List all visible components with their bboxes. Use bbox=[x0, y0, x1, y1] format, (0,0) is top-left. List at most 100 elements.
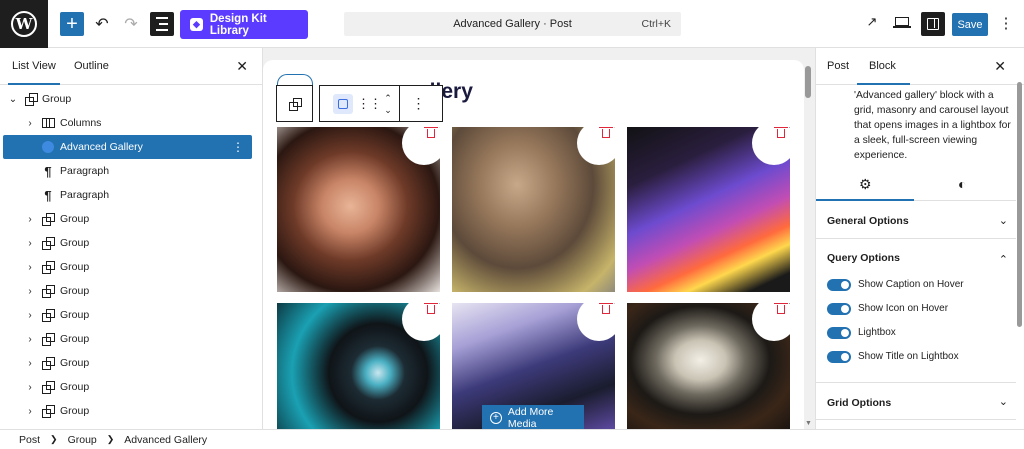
gear-icon[interactable]: ⚙ bbox=[859, 176, 872, 193]
lightbox-toggle[interactable] bbox=[827, 327, 851, 339]
chevron-up-icon[interactable]: ⌃ bbox=[999, 253, 1008, 266]
design-kit-label: Design Kit Library bbox=[209, 12, 267, 37]
breadcrumb-advanced-gallery[interactable]: Advanced Gallery bbox=[124, 434, 207, 446]
chevron-right-icon: ❯ bbox=[106, 434, 115, 444]
show-icon-toggle[interactable] bbox=[827, 303, 851, 315]
grid-options-panel[interactable]: Grid Options ⌄ bbox=[816, 383, 1016, 420]
view-post-external-icon[interactable]: ↗ bbox=[862, 14, 882, 34]
tree-item-group[interactable]: › Group bbox=[0, 375, 262, 399]
gallery-image-woman-sunlight[interactable] bbox=[452, 127, 615, 292]
chevron-down-icon[interactable]: ⌄ bbox=[999, 395, 1008, 408]
select-parent-button[interactable] bbox=[276, 85, 313, 122]
contrast-icon[interactable]: ◐ bbox=[958, 176, 966, 192]
chevron-right-icon[interactable]: › bbox=[25, 358, 35, 369]
group-icon bbox=[41, 404, 55, 418]
chevron-right-icon[interactable]: › bbox=[25, 406, 35, 417]
options-menu-icon[interactable]: ⋮ bbox=[998, 13, 1014, 35]
design-kit-library-button[interactable]: ◆ Design Kit Library bbox=[180, 10, 308, 39]
gallery-image-headphones[interactable] bbox=[277, 303, 440, 430]
group-icon bbox=[41, 380, 55, 394]
move-up-icon[interactable]: ⌃ bbox=[384, 92, 392, 104]
block-inserter-button[interactable]: + bbox=[60, 12, 84, 36]
group-icon bbox=[41, 332, 55, 346]
save-button[interactable]: Save bbox=[952, 13, 988, 36]
tree-item-group[interactable]: › Group bbox=[0, 207, 262, 231]
add-more-media-button[interactable]: + Add More Media bbox=[482, 405, 584, 430]
chevron-right-icon[interactable]: › bbox=[25, 310, 35, 321]
remove-image-button[interactable] bbox=[577, 127, 615, 165]
drag-handle-icon[interactable]: ⋮⋮ bbox=[357, 86, 382, 121]
trash-icon bbox=[424, 303, 438, 314]
settings-toggle-button[interactable] bbox=[921, 12, 945, 36]
remove-image-button[interactable] bbox=[577, 303, 615, 341]
close-icon[interactable]: ✕ bbox=[994, 58, 1006, 75]
block-options-icon[interactable]: ⋮ bbox=[232, 140, 244, 154]
chevron-down-icon[interactable]: ⌄ bbox=[8, 94, 18, 105]
device-preview-icon[interactable] bbox=[893, 15, 911, 33]
command-palette[interactable]: Advanced Gallery · Post Ctrl+K bbox=[344, 12, 681, 36]
tree-item-label: Group bbox=[60, 405, 90, 417]
gallery-image-woman-portrait[interactable] bbox=[277, 127, 440, 292]
tree-item-group[interactable]: › Group bbox=[0, 399, 262, 423]
gallery-image-watch[interactable] bbox=[627, 303, 790, 430]
tab-list-view[interactable]: List View bbox=[8, 60, 60, 85]
move-down-icon[interactable]: ⌄ bbox=[384, 104, 392, 116]
chevron-right-icon[interactable]: › bbox=[25, 286, 35, 297]
show-title-lightbox-toggle[interactable] bbox=[827, 351, 851, 363]
tree-item-paragraph[interactable]: ¶ Paragraph bbox=[0, 183, 262, 207]
tree-item-group[interactable]: › Group bbox=[0, 327, 262, 351]
tree-item-columns[interactable]: › Columns bbox=[0, 111, 262, 135]
tab-block[interactable]: Block bbox=[857, 60, 910, 85]
trash-icon bbox=[599, 303, 613, 314]
scroll-down-arrow[interactable]: ▼ bbox=[805, 420, 812, 427]
breadcrumb-group[interactable]: Group bbox=[68, 434, 97, 446]
gallery-icon bbox=[41, 140, 55, 154]
toggle-label: Lightbox bbox=[858, 327, 896, 338]
remove-image-button[interactable] bbox=[752, 127, 790, 165]
wordpress-logo-icon[interactable]: W bbox=[0, 0, 48, 48]
remove-image-button[interactable] bbox=[752, 303, 790, 341]
tree-item-label: Group bbox=[60, 261, 90, 273]
tree-item-group[interactable]: ⌄ Group bbox=[0, 87, 262, 111]
tab-outline[interactable]: Outline bbox=[74, 60, 109, 72]
block-more-options-icon[interactable]: ⋮ bbox=[399, 86, 437, 121]
document-overview-button[interactable] bbox=[150, 12, 174, 36]
sidebar-tabs: Post Block ✕ bbox=[816, 48, 1024, 85]
chevron-right-icon[interactable]: › bbox=[25, 334, 35, 345]
tree-item-group[interactable]: › Group bbox=[0, 303, 262, 327]
tab-post[interactable]: Post bbox=[827, 60, 849, 72]
section-title: General Options bbox=[827, 215, 909, 227]
tree-item-group[interactable]: › Group bbox=[0, 231, 262, 255]
move-arrows[interactable]: ⌃ ⌄ bbox=[377, 86, 399, 121]
tree-item-label: Group bbox=[60, 357, 90, 369]
tree-item-paragraph[interactable]: ¶ Paragraph bbox=[0, 159, 262, 183]
general-options-panel[interactable]: General Options ⌄ bbox=[816, 203, 1016, 239]
sidebar-scrollbar[interactable] bbox=[1017, 82, 1022, 327]
chevron-right-icon[interactable]: › bbox=[25, 238, 35, 249]
gallery-block-icon[interactable] bbox=[333, 93, 353, 114]
canvas-scrollbar[interactable] bbox=[805, 66, 811, 98]
redo-icon[interactable]: ↷ bbox=[121, 12, 141, 36]
gallery-image-laptop[interactable] bbox=[627, 127, 790, 292]
chevron-right-icon[interactable]: › bbox=[25, 214, 35, 225]
tree-item-advanced-gallery[interactable]: Advanced Gallery ⋮ bbox=[3, 135, 252, 159]
trash-icon bbox=[774, 303, 788, 314]
group-icon bbox=[41, 284, 55, 298]
undo-icon[interactable]: ↶ bbox=[92, 12, 112, 36]
chevron-right-icon[interactable]: › bbox=[25, 382, 35, 393]
chevron-right-icon: ❯ bbox=[50, 434, 58, 444]
chevron-right-icon[interactable]: › bbox=[25, 118, 35, 129]
show-caption-toggle[interactable] bbox=[827, 279, 851, 291]
chevron-down-icon[interactable]: ⌄ bbox=[999, 214, 1008, 227]
group-icon bbox=[41, 356, 55, 370]
tree-item-group[interactable]: › Group bbox=[0, 351, 262, 375]
remove-image-button[interactable] bbox=[402, 303, 440, 341]
remove-image-button[interactable] bbox=[402, 127, 440, 165]
trash-icon bbox=[424, 127, 438, 138]
chevron-right-icon[interactable]: › bbox=[25, 262, 35, 273]
tree-item-group[interactable]: › Group bbox=[0, 255, 262, 279]
tree-item-group[interactable]: › Group bbox=[0, 279, 262, 303]
breadcrumb-post[interactable]: Post bbox=[19, 434, 40, 446]
close-icon[interactable]: ✕ bbox=[236, 58, 248, 75]
query-options-panel: Query Options ⌃ Show Caption on Hover Sh… bbox=[816, 239, 1016, 383]
